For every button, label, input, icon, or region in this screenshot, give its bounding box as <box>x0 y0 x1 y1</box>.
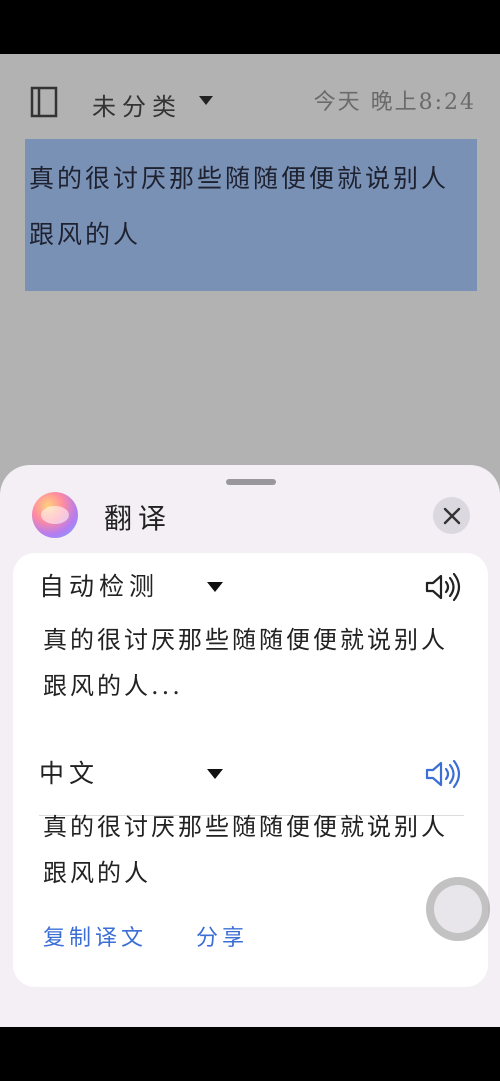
source-language-selector[interactable]: 自动检测 <box>39 572 159 601</box>
selected-text-highlight[interactable]: 真的很讨厌那些随随便便就说别人跟风的人 <box>25 139 477 291</box>
dropdown-arrow-icon <box>199 96 213 105</box>
note-header: 未分类 今天 晚上8:24 <box>0 82 500 122</box>
dropdown-arrow-icon[interactable] <box>207 582 223 592</box>
note-timestamp: 今天 晚上8:24 <box>313 90 476 115</box>
sheet-title: 翻译 <box>104 502 173 535</box>
translate-sheet: 翻译 自动检测 真的很讨厌那些随随便便就说别人跟风的人... 中文 真的很讨厌那… <box>0 465 500 1027</box>
category-label: 未分类 <box>92 93 182 121</box>
close-icon <box>443 507 460 524</box>
target-language-selector[interactable]: 中文 <box>39 759 99 788</box>
navigation-bar-area <box>0 1027 500 1081</box>
source-text[interactable]: 真的很讨厌那些随随便便就说别人跟风的人... <box>43 617 473 709</box>
dropdown-arrow-icon[interactable] <box>207 769 223 779</box>
category-selector[interactable]: 未分类 <box>92 82 213 122</box>
close-button[interactable] <box>433 497 470 534</box>
share-button[interactable]: 分享 <box>196 920 248 952</box>
source-language-row: 自动检测 <box>39 567 462 607</box>
speaker-icon[interactable] <box>424 759 462 789</box>
copy-translation-button[interactable]: 复制译文 <box>43 920 147 952</box>
status-bar-area <box>0 0 500 54</box>
target-language-row: 中文 <box>39 754 462 794</box>
translation-card: 自动检测 真的很讨厌那些随随便便就说别人跟风的人... 中文 真的很讨厌那些随随… <box>13 553 488 987</box>
book-icon[interactable] <box>30 86 58 118</box>
note-body-text[interactable]: 真的很讨厌那些随随便便就说别人跟风的人 <box>29 151 473 263</box>
drag-handle[interactable] <box>226 479 276 485</box>
speaker-icon[interactable] <box>424 572 462 602</box>
translated-text[interactable]: 真的很讨厌那些随随便便就说别人跟风的人 <box>43 804 473 896</box>
floating-assist-button[interactable] <box>426 877 490 941</box>
app-logo-icon <box>32 492 78 538</box>
